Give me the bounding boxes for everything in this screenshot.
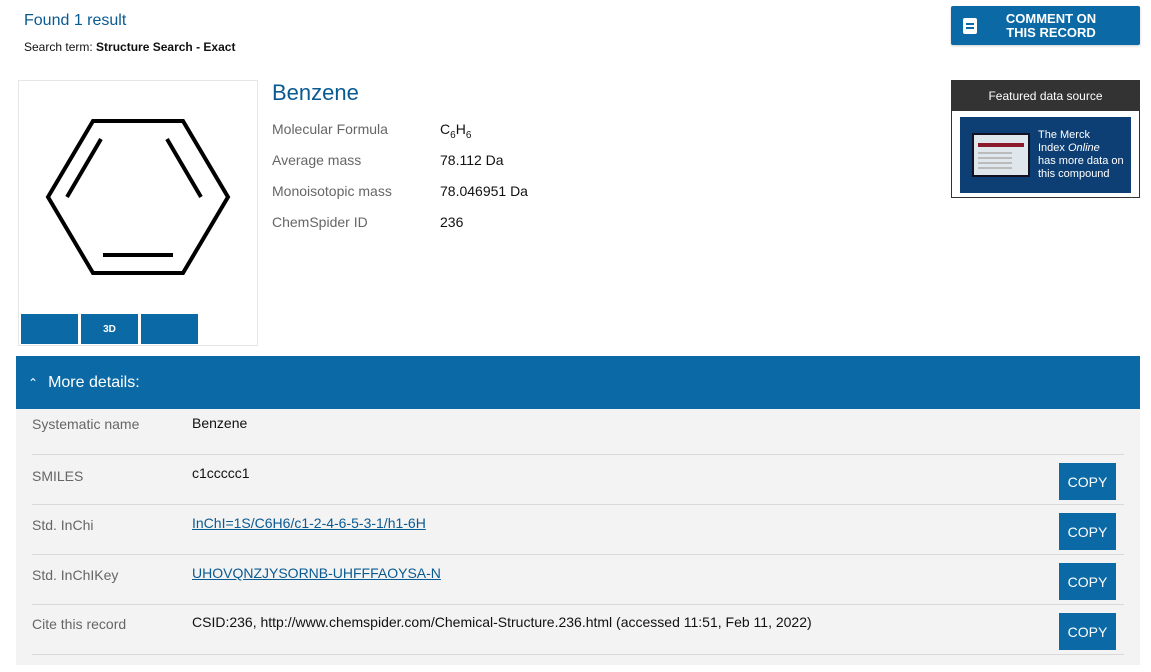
std-inchi-label: Std. InChi bbox=[32, 517, 94, 533]
smiles-value: c1ccccc1 bbox=[192, 465, 250, 481]
featured-data-source: Featured data source The Merck Index Onl… bbox=[951, 80, 1140, 198]
view-3d-button[interactable]: 3D bbox=[81, 314, 138, 344]
more-details-panel: Systematic name Benzene SMILES c1ccccc1 … bbox=[16, 409, 1140, 665]
comment-on-record-button[interactable]: COMMENT ON THIS RECORD bbox=[951, 6, 1140, 45]
featured-data-source-heading: Featured data source bbox=[952, 81, 1139, 111]
std-inchikey-row: Std. InChIKey UHOVQNZJYSORNB-UHFFFAOYSA-… bbox=[32, 555, 1124, 605]
more-details-toggle[interactable]: ⌃ More details: bbox=[16, 356, 1140, 409]
merck-index-banner[interactable]: The Merck Index Online has more data on … bbox=[960, 117, 1131, 193]
std-inchi-row: Std. InChi InChI=1S/C6H6/c1-2-4-6-5-3-1/… bbox=[32, 505, 1124, 555]
monoisotopic-mass-row: Monoisotopic mass 78.046951 Da bbox=[272, 183, 528, 214]
chemspider-id-label: ChemSpider ID bbox=[272, 214, 368, 230]
structure-viewer: 3D bbox=[18, 80, 258, 367]
std-inchi-link[interactable]: InChI=1S/C6H6/c1-2-4-6-5-3-1/h1-6H bbox=[192, 515, 426, 531]
comment-icon bbox=[963, 17, 977, 34]
monoisotopic-mass-value: 78.046951 Da bbox=[440, 183, 528, 199]
cite-record-label: Cite this record bbox=[32, 616, 127, 632]
copy-inchikey-button[interactable]: COPY bbox=[1059, 563, 1116, 600]
zoom-structure-button[interactable] bbox=[48, 314, 198, 367]
average-mass-value: 78.112 Da bbox=[440, 152, 504, 168]
smiles-row: SMILES c1ccccc1 COPY bbox=[32, 455, 1124, 505]
average-mass-label: Average mass bbox=[272, 152, 362, 168]
more-details-title: More details: bbox=[48, 373, 140, 391]
copy-citation-button[interactable]: COPY bbox=[1059, 613, 1116, 650]
systematic-name-label: Systematic name bbox=[32, 416, 140, 432]
search-term-label: Search term: bbox=[24, 40, 93, 54]
compound-properties: Molecular Formula C6H6 Average mass 78.1… bbox=[272, 121, 528, 245]
result-count: Found 1 result bbox=[24, 12, 127, 29]
smiles-label: SMILES bbox=[32, 468, 84, 484]
monoisotopic-mass-label: Monoisotopic mass bbox=[272, 183, 392, 199]
structure-toolbar: 3D bbox=[21, 314, 198, 367]
merck-index-text: The Merck Index Online has more data on … bbox=[1038, 129, 1124, 180]
search-term: Search term: Structure Search - Exact bbox=[24, 40, 235, 54]
search-term-value: Structure Search - Exact bbox=[96, 40, 236, 54]
cite-record-row: Cite this record CSID:236, http://www.ch… bbox=[32, 605, 1124, 655]
molecular-formula-label: Molecular Formula bbox=[272, 121, 388, 137]
copy-smiles-button[interactable]: COPY bbox=[1059, 463, 1116, 500]
chevron-up-icon: ⌃ bbox=[28, 375, 39, 390]
chemspider-id-value: 236 bbox=[440, 214, 464, 230]
std-inchikey-link[interactable]: UHOVQNZJYSORNB-UHFFFAOYSA-N bbox=[192, 565, 441, 581]
std-inchikey-label: Std. InChIKey bbox=[32, 567, 119, 583]
systematic-name-row: Systematic name Benzene bbox=[32, 409, 1124, 455]
copy-inchi-button[interactable]: COPY bbox=[1059, 513, 1116, 550]
cite-record-value: CSID:236, http://www.chemspider.com/Chem… bbox=[192, 614, 812, 630]
average-mass-row: Average mass 78.112 Da bbox=[272, 152, 528, 183]
benzene-structure-image bbox=[45, 119, 231, 275]
laptop-icon bbox=[972, 133, 1030, 177]
molecular-formula-row: Molecular Formula C6H6 bbox=[272, 121, 528, 152]
compound-name: Benzene bbox=[272, 80, 359, 105]
systematic-name-value: Benzene bbox=[192, 415, 248, 431]
save-structure-button[interactable] bbox=[21, 314, 78, 366]
molecular-formula-value: C6H6 bbox=[440, 121, 472, 141]
chemspider-id-row: ChemSpider ID 236 bbox=[272, 214, 528, 245]
comment-button-label: COMMENT ON THIS RECORD bbox=[1005, 10, 1097, 40]
